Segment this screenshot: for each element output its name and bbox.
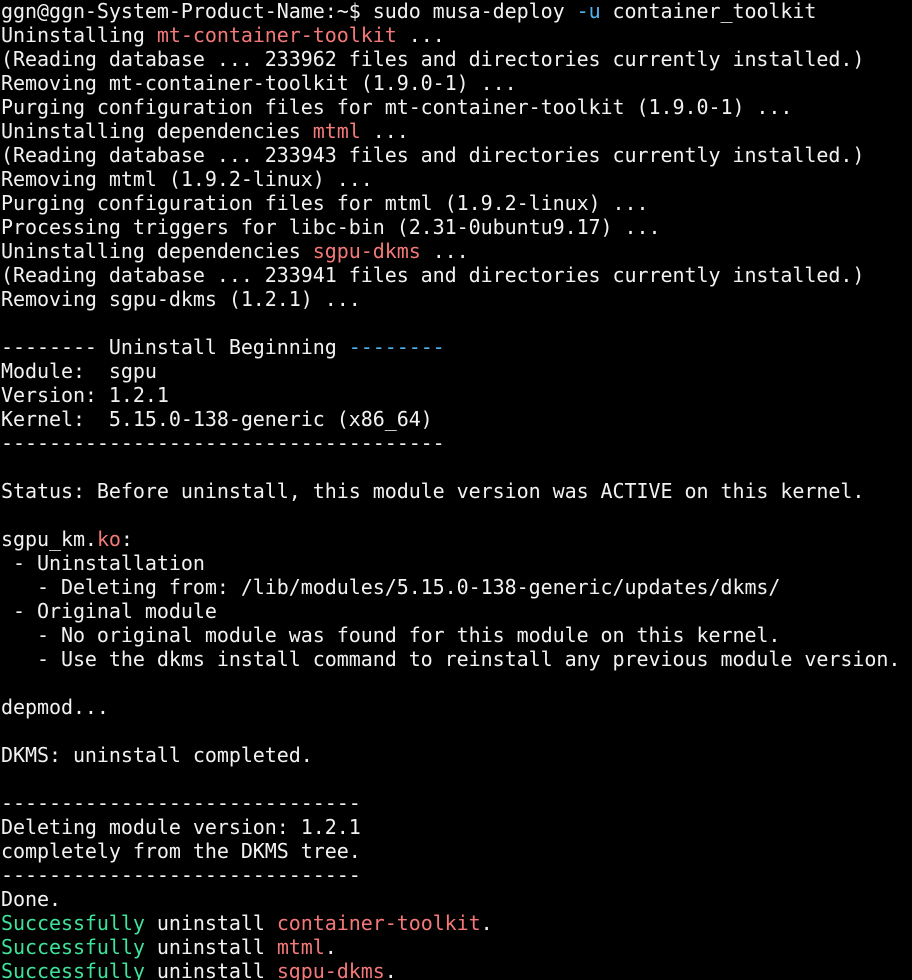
terminal-text-default: Removing sgpu-dkms (1.2.1) ...	[1, 287, 361, 311]
terminal-text-default: ...	[420, 239, 469, 263]
terminal-text-default: -------------------------------------	[1, 431, 445, 455]
terminal-text-default: - Uninstallation	[1, 551, 205, 575]
terminal-line: completely from the DKMS tree.	[1, 839, 361, 863]
terminal-text-default: uninstall	[144, 935, 277, 959]
terminal-text-default: Uninstalling dependencies	[1, 239, 313, 263]
terminal-text-default: :	[120, 527, 133, 551]
terminal-line: Status: Before uninstall, this module ve…	[1, 479, 864, 503]
terminal-line: -------------------------------------	[1, 431, 445, 455]
terminal-line: ------------------------------	[1, 791, 361, 815]
terminal-text-default: DKMS: uninstall completed.	[1, 743, 313, 767]
terminal-text-default: completely from the DKMS tree.	[1, 839, 361, 863]
terminal-text-green: Successfully	[1, 959, 145, 980]
terminal-line: Successfully uninstall sgpu-dkms.	[1, 959, 397, 980]
terminal-line: DKMS: uninstall completed.	[1, 743, 313, 767]
terminal-text-default: Module: sgpu	[1, 359, 157, 383]
terminal-text-default: - Deleting from: /lib/modules/5.15.0-138…	[1, 575, 781, 599]
terminal-line: Successfully uninstall mtml.	[1, 935, 337, 959]
terminal-output[interactable]: ggn@ggn-System-Product-Name:~$ sudo musa…	[0, 0, 912, 980]
terminal-text-default: .	[480, 911, 493, 935]
terminal-text-default: sgpu_km.	[1, 527, 97, 551]
terminal-text-default: Version: 1.2.1	[1, 383, 169, 407]
terminal-line: - Deleting from: /lib/modules/5.15.0-138…	[1, 575, 781, 599]
terminal-text-default: Status: Before uninstall, this module ve…	[1, 479, 865, 503]
terminal-line: (Reading database ... 233941 files and d…	[1, 263, 864, 287]
terminal-text-default: - No original module was found for this …	[1, 623, 781, 647]
terminal-line: Kernel: 5.15.0-138-generic (x86_64)	[1, 407, 433, 431]
terminal-line: Removing sgpu-dkms (1.2.1) ...	[1, 287, 361, 311]
terminal-line: Deleting module version: 1.2.1	[1, 815, 361, 839]
terminal-text-default: ...	[396, 23, 445, 47]
terminal-line: Purging configuration files for mt-conta…	[1, 95, 792, 119]
terminal-text-default: Uninstalling	[1, 23, 157, 47]
terminal-text-red: mtml	[276, 935, 325, 959]
terminal-text-default: (Reading database ... 233943 files and d…	[1, 143, 865, 167]
terminal-line: Done.	[1, 887, 61, 911]
terminal-text-default: Purging configuration files for mtml (1.…	[1, 191, 649, 215]
terminal-line: - Original module	[1, 599, 217, 623]
terminal-line: (Reading database ... 233962 files and d…	[1, 47, 864, 71]
terminal-line: sgpu_km.ko:	[1, 527, 133, 551]
terminal-text-red: container-toolkit	[276, 911, 481, 935]
terminal-line: Module: sgpu	[1, 359, 157, 383]
terminal-line: Uninstalling dependencies sgpu-dkms ...	[1, 239, 469, 263]
terminal-text-default: Removing mtml (1.9.2-linux) ...	[1, 167, 373, 191]
terminal-line: - Use the dkms install command to reinst…	[1, 647, 900, 671]
terminal-line: ------------------------------	[1, 863, 361, 887]
terminal-text-red: ko	[96, 527, 121, 551]
terminal-text-red: mt-container-toolkit	[156, 23, 397, 47]
terminal-text-default: ------------------------------	[1, 863, 361, 887]
terminal-line: Version: 1.2.1	[1, 383, 169, 407]
terminal-text-blue: -u	[576, 0, 601, 23]
terminal-text-default: uninstall	[144, 911, 277, 935]
terminal-line: Successfully uninstall container-toolkit…	[1, 911, 493, 935]
terminal-line: Processing triggers for libc-bin (2.31-0…	[1, 215, 661, 239]
terminal-text-blue: --------	[348, 335, 445, 359]
terminal-text-default: Purging configuration files for mt-conta…	[1, 95, 793, 119]
terminal-text-default: .	[324, 935, 337, 959]
terminal-line: Uninstalling dependencies mtml ...	[1, 119, 409, 143]
terminal-text-default: Uninstalling dependencies	[1, 119, 313, 143]
terminal-text-default: Done.	[1, 887, 61, 911]
terminal-text-default: ...	[360, 119, 409, 143]
terminal-text-green: Successfully	[1, 911, 145, 935]
terminal-text-default: Kernel: 5.15.0-138-generic (x86_64)	[1, 407, 433, 431]
terminal-line: depmod...	[1, 695, 109, 719]
terminal-text-default: Removing mt-container-toolkit (1.9.0-1) …	[1, 71, 517, 95]
terminal-line: Removing mtml (1.9.2-linux) ...	[1, 167, 373, 191]
terminal-text-red: sgpu-dkms	[276, 959, 385, 980]
terminal-text-default: ggn@ggn-System-Product-Name:~$ sudo musa…	[1, 0, 577, 23]
terminal-text-default: ------------------------------	[1, 791, 361, 815]
terminal-line: Uninstalling mt-container-toolkit ...	[1, 23, 445, 47]
terminal-line: - Uninstallation	[1, 551, 205, 575]
terminal-line: -------- Uninstall Beginning --------	[1, 335, 445, 359]
terminal-line: Purging configuration files for mtml (1.…	[1, 191, 649, 215]
terminal-text-default: - Original module	[1, 599, 217, 623]
terminal-text-default: (Reading database ... 233941 files and d…	[1, 263, 865, 287]
terminal-text-default: (Reading database ... 233962 files and d…	[1, 47, 865, 71]
terminal-text-default: - Use the dkms install command to reinst…	[1, 647, 901, 671]
terminal-text-default: container_toolkit	[600, 0, 817, 23]
terminal-line: - No original module was found for this …	[1, 623, 781, 647]
terminal-line: Removing mt-container-toolkit (1.9.0-1) …	[1, 71, 517, 95]
terminal-text-red: sgpu-dkms	[312, 239, 421, 263]
terminal-text-default: Processing triggers for libc-bin (2.31-0…	[1, 215, 661, 239]
terminal-text-default: Deleting module version: 1.2.1	[1, 815, 361, 839]
terminal-text-default: -------- Uninstall Beginning	[1, 335, 349, 359]
terminal-line: ggn@ggn-System-Product-Name:~$ sudo musa…	[1, 0, 816, 23]
terminal-line: (Reading database ... 233943 files and d…	[1, 143, 864, 167]
terminal-text-red: mtml	[312, 119, 361, 143]
terminal-text-default: .	[384, 959, 397, 980]
terminal-text-default: uninstall	[144, 959, 277, 980]
terminal-text-default: depmod...	[1, 695, 109, 719]
terminal-text-green: Successfully	[1, 935, 145, 959]
